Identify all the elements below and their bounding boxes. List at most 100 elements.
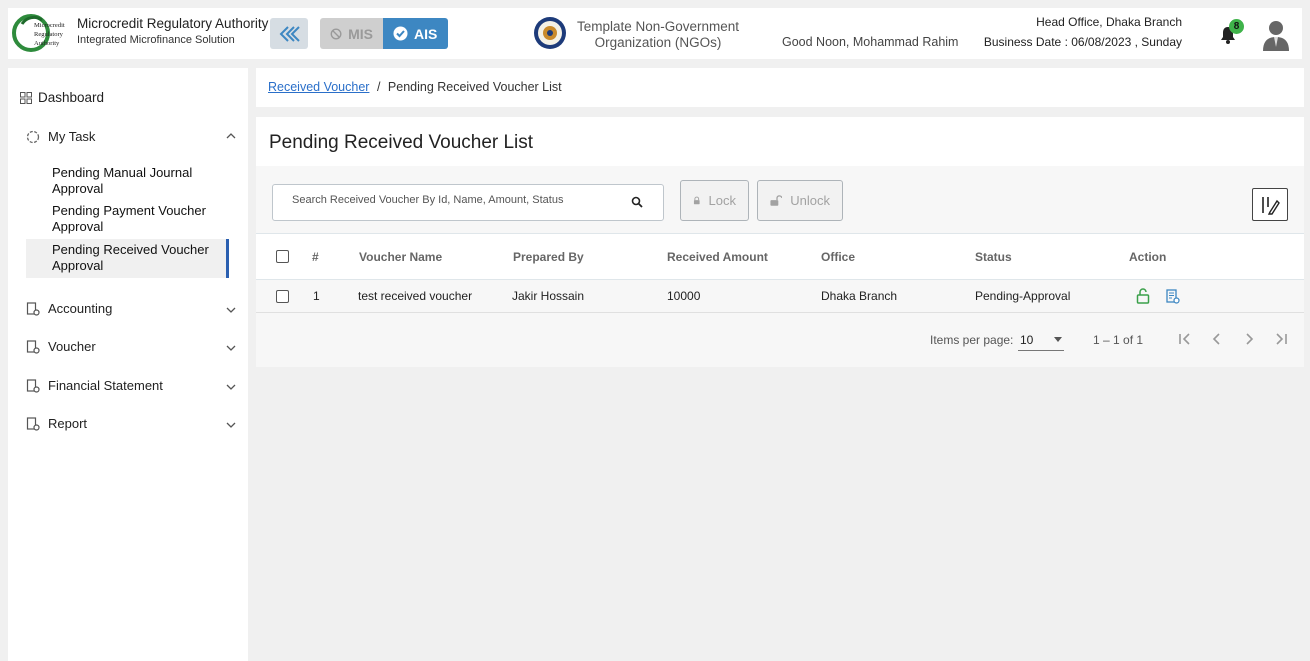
card-header: Pending Received Voucher List — [256, 117, 1304, 166]
sidebar-item-my-task[interactable]: My Task — [26, 129, 236, 144]
unlock-button[interactable]: Unlock — [757, 180, 843, 221]
dashboard-grid-icon — [20, 91, 32, 104]
paginator: Items per page: 10 1 – 1 of 1 — [256, 313, 1304, 367]
caret-down-icon — [1054, 337, 1062, 342]
last-page-icon[interactable] — [1272, 330, 1290, 348]
sidebar-item-pending-manual-journal[interactable]: Pending Manual Journal Approval — [26, 165, 229, 197]
unlock-icon — [770, 195, 783, 206]
sidebar: Dashboard My Task Pending Manual Journal… — [8, 68, 248, 661]
main-card: Pending Received Voucher List Lock Unloc… — [256, 117, 1304, 367]
table-row: 1 test received voucher Jakir Hossain 10… — [256, 280, 1304, 313]
ais-label: AIS — [414, 25, 438, 42]
mra-logo: Microcredit Regulatory Authority — [12, 14, 65, 52]
voucher-table: # Voucher Name Prepared By Received Amou… — [256, 233, 1304, 313]
col-header-status[interactable]: Status — [975, 234, 1012, 279]
row-checkbox[interactable] — [276, 289, 289, 303]
lock-button[interactable]: Lock — [680, 180, 749, 221]
ais-mode-button[interactable]: AIS — [383, 18, 448, 49]
business-date: Business Date : 06/08/2023 , Sunday — [983, 35, 1182, 49]
chevron-down-icon — [226, 384, 236, 390]
items-per-page-label: Items per page: — [930, 333, 1014, 347]
sidebar-item-voucher[interactable]: Voucher — [26, 339, 236, 354]
col-header-office[interactable]: Office — [821, 234, 855, 279]
financial-statement-label: Financial Statement — [48, 378, 163, 393]
first-page-icon[interactable] — [1176, 330, 1194, 348]
voucher-label: Voucher — [48, 339, 96, 354]
double-chevron-left-icon — [279, 25, 300, 42]
sidebar-item-pending-payment-voucher[interactable]: Pending Payment Voucher Approval — [26, 203, 229, 235]
unlock-icon[interactable] — [1136, 288, 1150, 304]
breadcrumb-link-received-voucher[interactable]: Received Voucher — [268, 80, 369, 94]
top-header: Microcredit Regulatory Authority Microcr… — [8, 8, 1302, 59]
spinner-icon — [26, 130, 40, 143]
table-header-row: # Voucher Name Prepared By Received Amou… — [256, 233, 1304, 280]
organization-name: Template Non-Government Organization (NG… — [576, 19, 740, 50]
sidebar-item-accounting[interactable]: Accounting — [26, 301, 236, 316]
user-avatar-icon[interactable] — [1262, 19, 1290, 51]
row-received-amount: 10000 — [667, 289, 701, 303]
page-size-select[interactable]: 10 — [1018, 327, 1064, 351]
organization-seal-icon — [534, 17, 566, 49]
lock-icon — [693, 196, 700, 205]
sub-item-label: Pending Manual Journal Approval — [52, 165, 193, 196]
column-edit-icon — [1262, 196, 1280, 215]
mis-mode-button[interactable]: MIS — [320, 18, 383, 49]
select-all-checkbox[interactable] — [276, 250, 289, 263]
search-box — [272, 184, 664, 221]
blocked-icon — [330, 28, 342, 39]
lock-label: Lock — [708, 193, 736, 208]
unlock-label: Unlock — [790, 193, 830, 208]
col-header-received-amount[interactable]: Received Amount — [667, 234, 768, 279]
module-switch: MIS AIS — [320, 18, 448, 49]
chevron-down-icon — [226, 345, 236, 351]
col-header-action: Action — [1129, 249, 1167, 264]
sidebar-item-pending-received-voucher[interactable]: Pending Received Voucher Approval — [26, 239, 229, 278]
notification-badge: 8 — [1229, 19, 1244, 34]
select-all-cell — [276, 234, 289, 279]
brand-subtitle: Integrated Microfinance Solution — [77, 34, 235, 46]
sidebar-item-financial-statement[interactable]: Financial Statement — [26, 378, 236, 393]
sidebar-item-dashboard[interactable]: Dashboard — [20, 90, 104, 105]
page-range: 1 – 1 of 1 — [1093, 333, 1144, 347]
search-input[interactable] — [292, 194, 622, 206]
col-header-prepared-by[interactable]: Prepared By — [513, 234, 584, 279]
document-settings-icon — [26, 339, 40, 354]
office-name: Head Office, Dhaka Branch — [1036, 15, 1182, 29]
chevron-down-icon — [226, 307, 236, 313]
breadcrumb: Received Voucher / Pending Received Vouc… — [268, 80, 562, 94]
page-title: Pending Received Voucher List — [269, 132, 534, 153]
col-header-number[interactable]: # — [312, 234, 319, 279]
chevron-up-icon — [226, 133, 236, 139]
svg-text:Microcredit: Microcredit — [34, 22, 65, 29]
view-document-icon[interactable] — [1166, 288, 1180, 304]
document-settings-icon — [26, 378, 40, 393]
sidebar-collapse-button[interactable] — [270, 18, 308, 49]
breadcrumb-current: Pending Received Voucher List — [387, 80, 562, 94]
row-prepared-by: Jakir Hossain — [512, 289, 585, 303]
report-label: Report — [48, 416, 88, 431]
breadcrumb-separator: / — [376, 80, 381, 94]
row-number: 1 — [313, 289, 320, 303]
breadcrumb-bar: Received Voucher / Pending Received Vouc… — [256, 68, 1304, 107]
search-icon[interactable] — [631, 196, 643, 208]
chevron-down-icon — [226, 422, 236, 428]
page-size-value: 10 — [1020, 333, 1034, 347]
brand-title: Microcredit Regulatory Authority — [77, 16, 269, 31]
row-status: Pending-Approval — [975, 289, 1071, 303]
row-office: Dhaka Branch — [821, 289, 898, 303]
row-actions — [1136, 280, 1180, 312]
accounting-label: Accounting — [48, 301, 113, 316]
mis-label: MIS — [348, 25, 373, 42]
document-settings-icon — [26, 416, 40, 431]
col-header-voucher-name[interactable]: Voucher Name — [359, 234, 442, 279]
dashboard-label: Dashboard — [38, 90, 105, 105]
svg-text:Authority: Authority — [34, 40, 60, 47]
next-page-icon[interactable] — [1240, 330, 1258, 348]
sidebar-item-report[interactable]: Report — [26, 416, 236, 431]
sub-item-label: Pending Payment Voucher Approval — [52, 203, 206, 234]
previous-page-icon[interactable] — [1208, 330, 1226, 348]
sub-item-label: Pending Received Voucher Approval — [52, 242, 209, 273]
check-circle-icon — [393, 26, 408, 41]
my-task-label: My Task — [48, 129, 96, 144]
column-settings-button[interactable] — [1252, 188, 1288, 221]
